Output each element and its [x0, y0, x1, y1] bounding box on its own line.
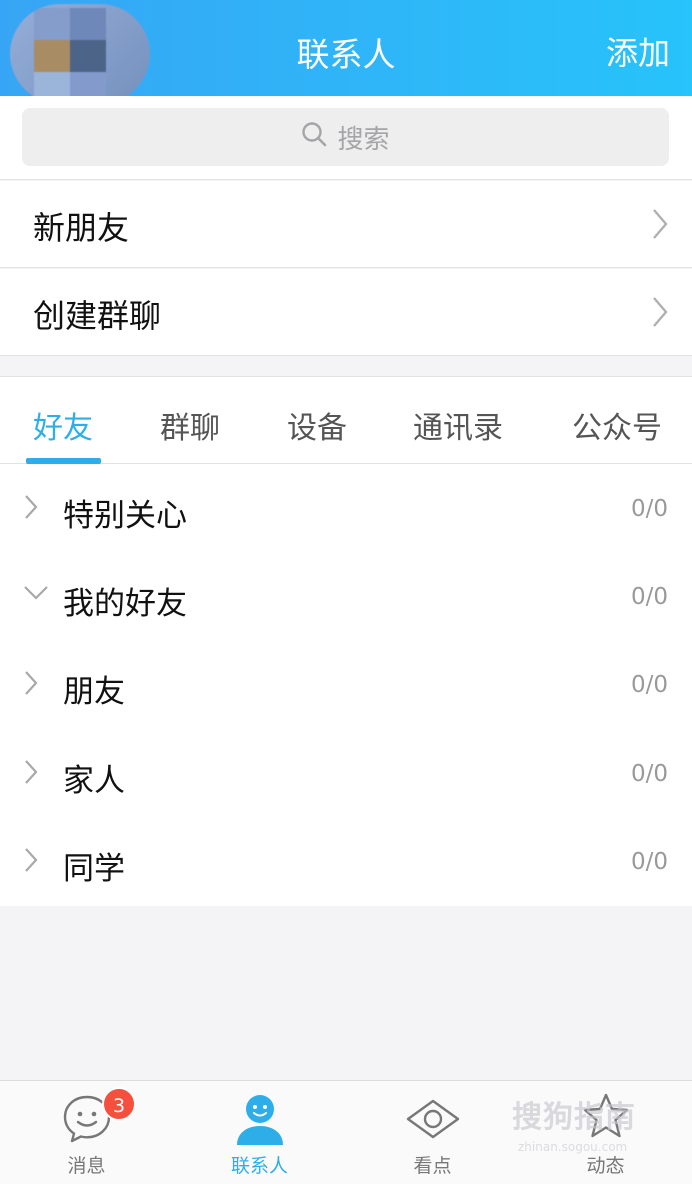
- tabbar-label: 动态: [586, 1155, 625, 1177]
- contact-tabs: 好友 群聊 设备 通讯录 公众号: [0, 376, 692, 464]
- group-count: 0/0: [630, 672, 668, 698]
- group-row-family[interactable]: 家人 0/0: [0, 729, 692, 817]
- group-name: 家人: [63, 763, 125, 799]
- group-count: 0/0: [630, 496, 668, 522]
- tabbar-discover[interactable]: 看点: [346, 1081, 519, 1184]
- tab-groups[interactable]: 群聊: [160, 403, 220, 447]
- search-icon: [301, 121, 327, 154]
- unread-badge: 3: [102, 1087, 136, 1121]
- new-friends-row[interactable]: 新朋友: [0, 181, 692, 268]
- tabbar-label: 联系人: [230, 1155, 288, 1177]
- group-row-special-care[interactable]: 特别关心 0/0: [0, 464, 692, 552]
- group-name: 朋友: [63, 674, 125, 710]
- contacts-icon: [234, 1093, 286, 1151]
- watermark: 搜狗指南: [512, 1100, 636, 1135]
- tabbar-label: 消息: [67, 1155, 106, 1177]
- chevron-right-icon: [650, 295, 670, 333]
- tabbar-label: 看点: [413, 1155, 452, 1177]
- tab-address-book[interactable]: 通讯录: [413, 403, 503, 447]
- chevron-right-icon: [650, 207, 670, 245]
- group-row-classmates[interactable]: 同学 0/0: [0, 817, 692, 905]
- tabbar-contacts[interactable]: 联系人: [173, 1081, 346, 1184]
- tabbar-messages[interactable]: 3 消息: [0, 1081, 173, 1184]
- group-count: 0/0: [630, 849, 668, 875]
- group-count: 0/0: [630, 584, 668, 610]
- eye-icon: [405, 1097, 461, 1145]
- search-section: 搜索: [0, 96, 692, 180]
- group-count: 0/0: [630, 761, 668, 787]
- chevron-down-icon: [22, 582, 50, 606]
- chevron-right-icon: [22, 492, 40, 526]
- page-title: 联系人: [296, 35, 396, 74]
- friend-group-list: 特别关心 0/0 我的好友 0/0 朋友 0/0 家人 0/0 同学 0/0: [0, 464, 692, 906]
- create-group-chat-row[interactable]: 创建群聊: [0, 269, 692, 356]
- tab-devices[interactable]: 设备: [287, 403, 347, 447]
- watermark-url: zhinan.sogou.com: [518, 1140, 628, 1154]
- group-name: 特别关心: [63, 498, 187, 534]
- chevron-right-icon: [22, 845, 40, 879]
- group-row-friends[interactable]: 朋友 0/0: [0, 640, 692, 728]
- chevron-right-icon: [22, 757, 40, 791]
- group-row-my-friends[interactable]: 我的好友 0/0: [0, 552, 692, 640]
- search-placeholder: 搜索: [337, 124, 390, 155]
- add-button[interactable]: 添加: [606, 28, 670, 74]
- tab-friends[interactable]: 好友: [33, 403, 93, 447]
- tab-official-accounts[interactable]: 公众号: [572, 403, 662, 447]
- group-name: 同学: [63, 851, 125, 887]
- chevron-right-icon: [22, 668, 40, 702]
- new-friends-label: 新朋友: [33, 209, 130, 247]
- search-input[interactable]: 搜索: [22, 108, 669, 166]
- group-name: 我的好友: [63, 586, 187, 622]
- header-bar: 联系人 添加: [0, 0, 692, 104]
- create-group-chat-label: 创建群聊: [33, 297, 162, 335]
